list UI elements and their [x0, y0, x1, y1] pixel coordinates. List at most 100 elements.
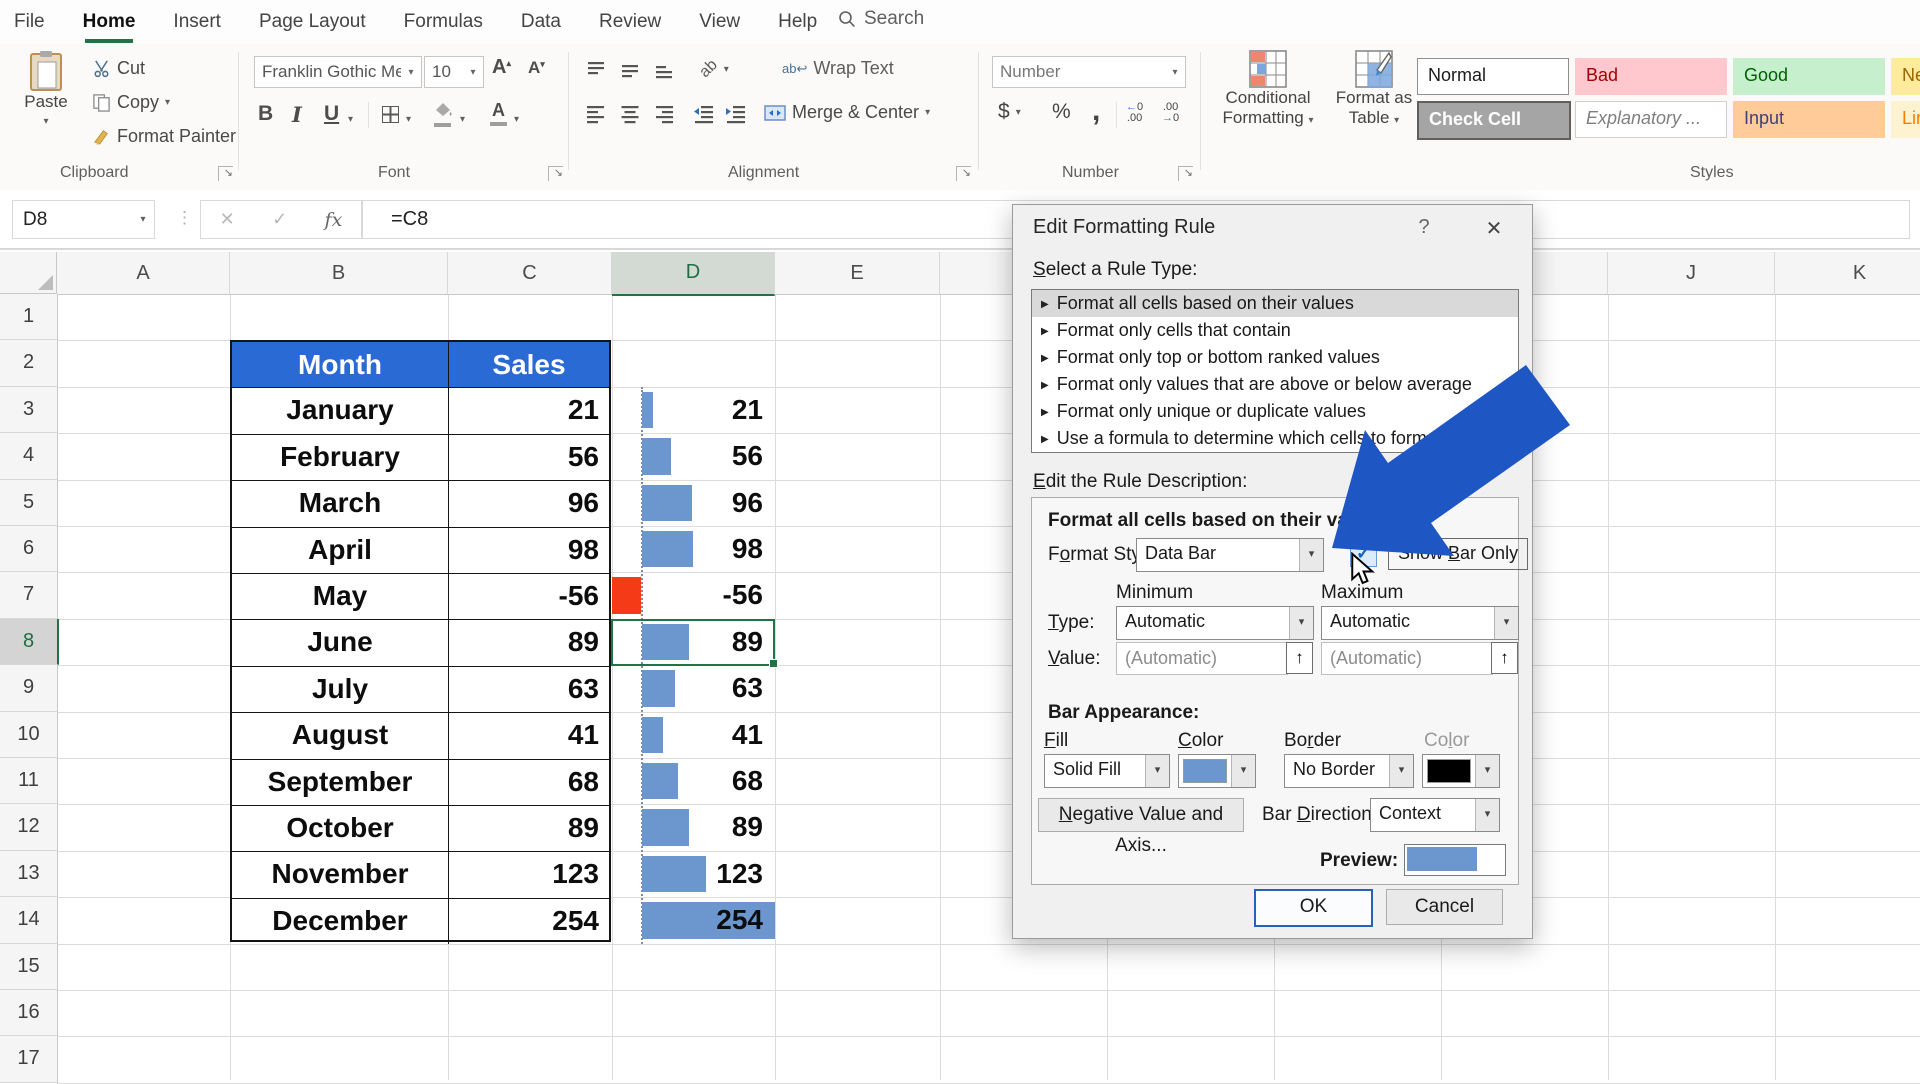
- fill-color-button[interactable]: [434, 102, 452, 127]
- rule-type-option[interactable]: ▶Format all cells based on their values: [1032, 290, 1518, 317]
- bold-button[interactable]: B: [258, 102, 273, 126]
- merge-center-button[interactable]: Merge & Center ▾: [764, 102, 930, 123]
- sales-cell[interactable]: 21: [449, 388, 607, 433]
- sales-cell[interactable]: 68: [449, 760, 607, 805]
- name-box[interactable]: D8 ▾: [12, 200, 155, 239]
- month-cell[interactable]: September: [232, 760, 449, 805]
- row-header-4[interactable]: 4: [0, 433, 58, 479]
- data-bar-cell-value[interactable]: 254: [612, 897, 771, 943]
- column-header-b[interactable]: B: [230, 252, 448, 295]
- data-bar-cell-value[interactable]: 56: [612, 433, 771, 479]
- column-header-k[interactable]: K: [1775, 252, 1920, 295]
- tab-formulas[interactable]: Formulas: [404, 11, 483, 33]
- column-header-d[interactable]: D: [612, 252, 775, 296]
- data-bar-cell-value[interactable]: 98: [612, 526, 771, 572]
- tab-home[interactable]: Home: [83, 11, 136, 33]
- decrease-indent-icon[interactable]: [692, 102, 716, 131]
- ok-button[interactable]: OK: [1254, 889, 1373, 927]
- selected-cell-outline[interactable]: [611, 619, 775, 666]
- row-header-11[interactable]: 11: [0, 758, 58, 804]
- sales-cell[interactable]: 98: [449, 528, 607, 573]
- dialog-close-icon[interactable]: ✕: [1479, 216, 1509, 241]
- row-header-15[interactable]: 15: [0, 944, 58, 990]
- month-cell[interactable]: December: [232, 899, 449, 944]
- column-header-a[interactable]: A: [57, 252, 230, 295]
- row-header-9[interactable]: 9: [0, 665, 58, 711]
- font-color-button[interactable]: A: [490, 100, 507, 126]
- style-chip-check-cell[interactable]: Check Cell: [1417, 101, 1571, 140]
- month-cell[interactable]: June: [232, 620, 449, 665]
- ribbon-search[interactable]: Search: [838, 8, 924, 30]
- data-bar-cell-value[interactable]: 41: [612, 712, 771, 758]
- rule-type-option[interactable]: ▶Format only values that are above or be…: [1032, 371, 1518, 398]
- sales-cell[interactable]: 56: [449, 435, 607, 480]
- italic-button[interactable]: I: [292, 102, 302, 127]
- copy-button[interactable]: Copy ▾: [92, 92, 170, 113]
- row-header-3[interactable]: 3: [0, 387, 58, 433]
- negative-value-axis-button[interactable]: Negative Value and Axis...: [1038, 798, 1244, 832]
- font-size-combo[interactable]: 10 ▾: [424, 56, 484, 88]
- cancel-button[interactable]: Cancel: [1386, 889, 1503, 925]
- rule-type-option[interactable]: ▶Format only top or bottom ranked values: [1032, 344, 1518, 371]
- sales-cell[interactable]: 89: [449, 806, 607, 851]
- style-chip-explanatory-[interactable]: Explanatory ...: [1575, 101, 1727, 138]
- align-center-icon[interactable]: [618, 102, 642, 131]
- data-bar-cell-value[interactable]: 68: [612, 758, 771, 804]
- font-name-combo[interactable]: Franklin Gothic Me ▾: [254, 56, 422, 88]
- style-chip-linked-cell[interactable]: Linked Cell: [1891, 101, 1920, 138]
- data-bar-cell-value[interactable]: -56: [612, 572, 771, 618]
- column-header-c[interactable]: C: [448, 252, 612, 295]
- cancel-icon[interactable]: ✕: [220, 209, 235, 230]
- chevron-down-icon[interactable]: ▾: [348, 114, 353, 125]
- decrease-decimal-icon[interactable]: .00→0: [1162, 102, 1179, 124]
- align-left-icon[interactable]: [584, 102, 608, 131]
- data-bar-cell-value[interactable]: 89: [612, 804, 771, 850]
- alignment-dialog-launcher-icon[interactable]: ↘: [956, 166, 971, 181]
- style-chip-good[interactable]: Good: [1733, 58, 1885, 95]
- sales-cell[interactable]: 63: [449, 667, 607, 712]
- row-header-5[interactable]: 5: [0, 480, 58, 526]
- row-header-13[interactable]: 13: [0, 851, 58, 897]
- month-cell[interactable]: February: [232, 435, 449, 480]
- format-painter-button[interactable]: Format Painter: [92, 126, 236, 147]
- dialog-help-button[interactable]: ?: [1409, 216, 1439, 239]
- value-minimum-input[interactable]: (Automatic): [1116, 642, 1288, 675]
- increase-decimal-icon[interactable]: ←0.00: [1126, 102, 1143, 124]
- format-as-table-button[interactable]: Format as Table ▾: [1326, 50, 1422, 131]
- month-cell[interactable]: May: [232, 574, 449, 619]
- month-cell[interactable]: August: [232, 713, 449, 758]
- format-style-combo[interactable]: Data Bar ▾: [1136, 538, 1324, 572]
- collapse-dialog-button[interactable]: ↑: [1286, 642, 1313, 674]
- bar-direction-combo[interactable]: Context ▾: [1370, 798, 1500, 832]
- style-chip-neutral[interactable]: Neutral: [1891, 58, 1920, 95]
- accounting-format-button[interactable]: $ ▾: [998, 100, 1021, 124]
- show-bar-only-label[interactable]: Show Bar Only: [1388, 538, 1528, 570]
- select-all-corner[interactable]: [0, 252, 57, 294]
- sales-cell[interactable]: 89: [449, 620, 607, 665]
- paste-button[interactable]: Paste ▾: [14, 50, 78, 132]
- increase-indent-icon[interactable]: [724, 102, 748, 131]
- month-cell[interactable]: October: [232, 806, 449, 851]
- align-bottom-icon[interactable]: [652, 58, 676, 87]
- tab-page-layout[interactable]: Page Layout: [259, 11, 366, 33]
- align-right-icon[interactable]: [652, 102, 676, 131]
- fill-combo[interactable]: Solid Fill ▾: [1044, 754, 1170, 788]
- value-maximum-input[interactable]: (Automatic): [1321, 642, 1493, 675]
- row-header-17[interactable]: 17: [0, 1036, 58, 1082]
- grow-font-button[interactable]: A▴: [492, 56, 511, 79]
- tab-review[interactable]: Review: [599, 11, 661, 33]
- row-header-8[interactable]: 8: [0, 619, 59, 665]
- month-cell[interactable]: January: [232, 388, 449, 433]
- data-bar-cell-value[interactable]: 63: [612, 665, 771, 711]
- border-combo[interactable]: No Border ▾: [1284, 754, 1414, 788]
- sales-cell[interactable]: -56: [449, 574, 607, 619]
- fill-handle[interactable]: [769, 659, 778, 668]
- month-cell[interactable]: July: [232, 667, 449, 712]
- cut-button[interactable]: Cut: [92, 58, 145, 79]
- tab-data[interactable]: Data: [521, 11, 561, 33]
- sales-cell[interactable]: 41: [449, 713, 607, 758]
- wrap-text-button[interactable]: ab↩ Wrap Text: [782, 58, 894, 79]
- sales-cell[interactable]: 123: [449, 852, 607, 897]
- column-header-j[interactable]: J: [1608, 252, 1775, 295]
- row-header-12[interactable]: 12: [0, 804, 58, 850]
